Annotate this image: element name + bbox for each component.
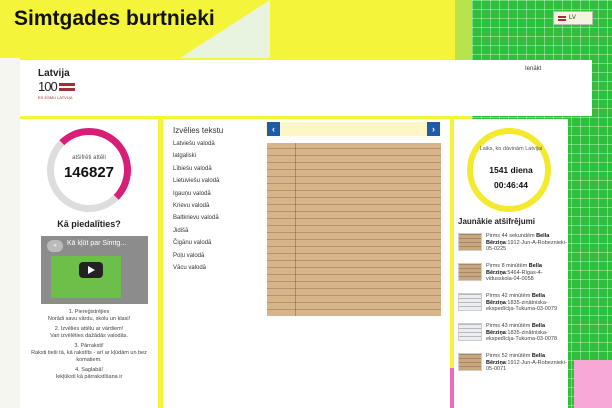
language-link[interactable]: Lietuviešu valodā [173, 178, 219, 190]
header-card: Latvija 100 ES ESMU LATVIJA Ienākt [20, 60, 592, 116]
step-2: 2. Izvēlies attēlu ar vārdiem! Vari izvē… [50, 326, 128, 339]
latvija-100-logo[interactable]: Latvija 100 ES ESMU LATVIJA [38, 68, 75, 100]
language-link[interactable]: Baltkrievu valodā [173, 215, 219, 227]
item-when: Pirms 42 minūtēm [486, 293, 532, 299]
background-pink-block-right [574, 360, 612, 408]
item-when: Pirms 52 minūtēm [486, 353, 532, 359]
how-to-steps: 1. Piereģistrējies Norādi savu vārdu, sk… [28, 309, 150, 384]
step-1: 1. Piereģistrējies Norādi savu vārdu, sk… [47, 309, 131, 322]
countdown-label: Laiks, ko dāvinām Latvijai [479, 146, 543, 152]
latest-transcriptions-list: Pirms 44 sekundēm Bella Bērziņa:1912-Jun… [458, 233, 568, 383]
language-link[interactable]: Vācu valodā [173, 265, 219, 277]
item-when: Pirms 8 minūtēm [486, 263, 529, 269]
item-text: Pirms 43 minūtēm Bella Bērziņa:1835-zinā… [486, 323, 568, 353]
item-text: Pirms 42 minūtēm Bella Bērziņa:1835-zinā… [486, 293, 568, 323]
how-to-title: Kā piedalīties? [57, 219, 121, 229]
logo-flag-icon [58, 82, 75, 91]
document-image[interactable] [267, 143, 441, 316]
site-title: Simtgades burtnieki [14, 7, 215, 30]
choose-text-title: Izvēlies tekstu [173, 126, 224, 135]
video-channel-avatar: « [47, 240, 63, 252]
item-text: Pirms 52 minūtēm Bella Bērziņa:1912-Jun-… [486, 353, 568, 383]
latvia-flag-icon [558, 15, 566, 21]
document-nav-bar [266, 122, 440, 136]
logo-sub: ES ESMU LATVIJA [38, 95, 73, 100]
how-to-video[interactable]: « Kā kļūt par Simtg... [41, 236, 148, 304]
latest-transcriptions-title: Jaunākie atšifrējumi [458, 217, 535, 226]
background-left-strip [0, 58, 20, 408]
middle-column: Izvēlies tekstu Latviešu valodā latgalis… [163, 119, 450, 408]
language-link[interactable]: Krievu valodā [173, 203, 219, 215]
list-item[interactable]: Pirms 44 sekundēm Bella Bērziņa:1912-Jun… [458, 233, 568, 263]
language-link[interactable]: Igauņu valodā [173, 191, 219, 203]
item-text: Pirms 8 minūtēm Bella Bērziņa:5464-Rīgas… [486, 263, 568, 293]
step-3: 3. Pārraksti! Raksti tieši tā, kā rakstī… [31, 343, 147, 363]
item-when: Pirms 43 minūtēm [486, 323, 532, 329]
play-icon[interactable] [79, 262, 103, 278]
item-text: Pirms 44 sekundēm Bella Bērziņa:1912-Jun… [486, 233, 568, 263]
language-link[interactable]: Jidišā [173, 228, 219, 240]
countdown-time: 00:46:44 [493, 180, 529, 190]
logo-line1: Latvija [38, 68, 70, 79]
previous-document-button[interactable]: ‹ [267, 122, 280, 136]
document-thumbnail [458, 293, 482, 311]
document-margin-line [295, 143, 296, 316]
document-thumbnail [458, 353, 482, 371]
language-link[interactable]: latgaliski [173, 153, 219, 165]
list-item[interactable]: Pirms 43 minūtēm Bella Bērziņa:1835-zinā… [458, 323, 568, 353]
logo-line2-row: 100 [38, 79, 75, 94]
language-link[interactable]: Latviešu valodā [173, 141, 219, 153]
language-link[interactable]: Lībiešu valodā [173, 166, 219, 178]
language-switch[interactable]: LV [553, 11, 593, 25]
logo-line2: 100 [38, 79, 58, 94]
left-column: atšifrēti attēli 146827 Kā piedalīties? … [20, 119, 158, 408]
list-item[interactable]: Pirms 52 minūtēm Bella Bērziņa:1912-Jun-… [458, 353, 568, 383]
text-language-list: Latviešu valodā latgaliski Lībiešu valod… [173, 141, 219, 277]
language-link[interactable]: Poļu valodā [173, 253, 219, 265]
video-title: Kā kļūt par Simtg... [67, 240, 127, 247]
next-document-button[interactable]: › [427, 122, 440, 136]
document-thumbnail [458, 323, 482, 341]
counter-value: 146827 [63, 164, 115, 181]
item-when: Pirms 44 sekundēm [486, 233, 537, 239]
document-thumbnail [458, 263, 482, 281]
language-link[interactable]: Čigānu valodā [173, 240, 219, 252]
right-column: Laiks, ko dāvinām Latvijai 1541 diena 00… [454, 119, 568, 408]
language-code: LV [569, 15, 576, 21]
countdown-days: 1541 diena [489, 165, 533, 175]
list-item[interactable]: Pirms 8 minūtēm Bella Bērziņa:5464-Rīgas… [458, 263, 568, 293]
step-4: 4. Saglabā! Iekļūksti kā pārrakstīšana i… [55, 367, 123, 380]
document-thumbnail [458, 233, 482, 251]
login-link[interactable]: Ienākt [525, 66, 541, 72]
counter-label: atšifrēti attēli [72, 155, 106, 161]
list-item[interactable]: Pirms 42 minūtēm Bella Bērziņa:1835-zinā… [458, 293, 568, 323]
